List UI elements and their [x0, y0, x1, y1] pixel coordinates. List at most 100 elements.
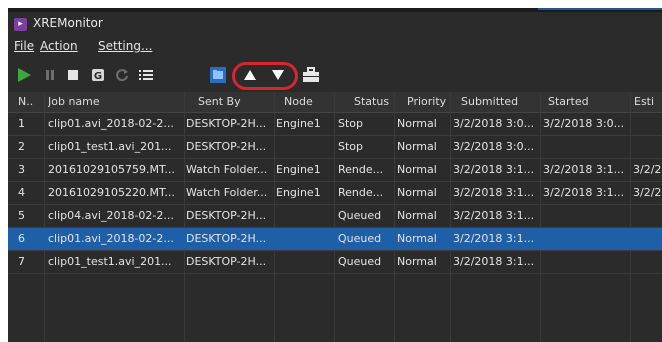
cell-estimated — [633, 228, 662, 250]
cell-job-name: 20161029105759.MT... — [48, 163, 175, 176]
cell-sent-by: DESKTOP-2H... — [186, 140, 267, 153]
table-header: N.. Job name Sent By Node Status Priorit… — [8, 92, 662, 113]
cell-sent-by: DESKTOP-2H... — [186, 255, 267, 268]
col-status[interactable]: Status — [354, 92, 404, 112]
col-estimated[interactable]: Esti — [634, 92, 662, 112]
cell-job-name: clip04.avi_2018-02-2... — [48, 209, 174, 222]
cell-status: Rende... — [338, 186, 384, 199]
cell-priority: Normal — [397, 232, 437, 245]
job-table: N.. Job name Sent By Node Status Priorit… — [8, 92, 662, 342]
col-number[interactable]: N.. — [18, 92, 42, 112]
cell-sent-by: DESKTOP-2H... — [186, 117, 267, 130]
cell-estimated — [633, 251, 662, 273]
cell-started — [543, 251, 629, 273]
cell-priority: Normal — [397, 209, 437, 222]
table-row[interactable]: 5 clip04.avi_2018-02-2... DESKTOP-2H... Que… — [8, 205, 662, 228]
cell-started: 3/2/2018 3:1... — [543, 163, 625, 176]
cell-started: 3/2/2018 3:0... — [543, 117, 625, 130]
toolbar: G — [8, 58, 662, 92]
svg-text:G: G — [94, 71, 102, 82]
toolbox-icon — [303, 67, 319, 82]
cell-node — [276, 136, 332, 158]
cell-estimated: 3/2/2 — [633, 186, 662, 199]
cell-submitted: 3/2/2018 3:1... — [453, 163, 535, 176]
cell-priority: Normal — [397, 186, 437, 199]
table-row[interactable]: 7 clip01_test1.avi_201... DESKTOP-2H... Que… — [8, 251, 662, 274]
list-icon — [139, 70, 153, 80]
cell-sent-by: Watch Folder... — [186, 186, 268, 199]
cell-node: Engine1 — [276, 163, 321, 176]
cell-status: Queued — [338, 232, 382, 245]
cell-job-name: clip01.avi_2018-02-2... — [48, 232, 174, 245]
col-node[interactable]: Node — [284, 92, 344, 112]
cell-job-name: 20161029105220.MT... — [48, 186, 175, 199]
list-button[interactable] — [136, 64, 156, 86]
title-bar: ▸ XREMonitor — [8, 12, 662, 36]
cell-started: 3/2/2018 3:1... — [543, 186, 625, 199]
pause-icon — [46, 70, 54, 80]
cell-sent-by: DESKTOP-2H... — [186, 232, 267, 245]
col-submitted[interactable]: Submitted — [461, 92, 541, 112]
move-down-icon — [272, 70, 284, 80]
cell-priority: Normal — [397, 140, 437, 153]
refresh-button[interactable] — [112, 64, 132, 86]
menu-file[interactable]: File — [14, 39, 34, 53]
menu-bar: File Action Setting... — [8, 36, 662, 58]
cell-node — [276, 205, 332, 227]
cell-submitted: 3/2/2018 3:1... — [453, 186, 535, 199]
cell-estimated — [633, 113, 662, 135]
cell-node — [276, 251, 332, 273]
cell-submitted: 3/2/2018 3:1... — [453, 209, 535, 222]
cell-started — [543, 136, 629, 158]
cell-submitted: 3/2/2018 3:1... — [453, 255, 535, 268]
stop-button[interactable] — [64, 64, 82, 86]
table-row[interactable]: 1 clip01.avi_2018-02-2... DESKTOP-2H... Eng… — [8, 113, 662, 136]
refresh-icon — [116, 69, 128, 82]
pause-button[interactable] — [42, 64, 58, 86]
toolbox-button[interactable] — [300, 64, 322, 86]
cell-priority: Normal — [397, 117, 437, 130]
cell-number: 4 — [18, 186, 25, 199]
cell-number: 3 — [18, 163, 25, 176]
cell-number: 2 — [18, 140, 25, 153]
play-icon — [18, 68, 31, 82]
stop-icon — [68, 70, 78, 80]
cell-status: Rende... — [338, 163, 384, 176]
cell-status: Queued — [338, 255, 382, 268]
col-job-name[interactable]: Job name — [48, 92, 178, 112]
move-up-icon — [244, 70, 256, 80]
cell-started — [543, 205, 629, 227]
cell-status: Stop — [338, 117, 364, 130]
cell-status: Stop — [338, 140, 364, 153]
table-row[interactable]: 2 clip01_test1.avi_201... DESKTOP-2H... Sto… — [8, 136, 662, 159]
cell-sent-by: DESKTOP-2H... — [186, 209, 267, 222]
cell-submitted: 3/2/2018 3:0... — [453, 117, 535, 130]
cell-job-name: clip01_test1.avi_201... — [48, 255, 172, 268]
table-row[interactable]: 4 20161029105220.MT... Watch Folder... Engi… — [8, 182, 662, 205]
cell-submitted: 3/2/2018 3:1... — [453, 232, 535, 245]
table-row[interactable]: 6 clip01.avi_2018-02-2... DESKTOP-2H... Que… — [8, 228, 662, 251]
cell-estimated — [633, 205, 662, 227]
watch-folder-button[interactable] — [208, 64, 228, 86]
cell-number: 7 — [18, 255, 25, 268]
table-row[interactable]: 3 20161029105759.MT... Watch Folder... Engi… — [8, 159, 662, 182]
cell-node — [276, 228, 332, 250]
move-down-button[interactable] — [268, 64, 288, 86]
menu-setting[interactable]: Setting... — [98, 39, 152, 53]
delete-job-button[interactable]: G — [88, 64, 108, 86]
cell-number: 6 — [18, 232, 25, 245]
cell-sent-by: Watch Folder... — [186, 163, 268, 176]
cell-node: Engine1 — [276, 117, 321, 130]
window-title: XREMonitor — [33, 16, 103, 30]
delete-job-icon: G — [92, 69, 104, 82]
cell-job-name: clip01.avi_2018-02-2... — [48, 117, 174, 130]
menu-action[interactable]: Action — [40, 39, 78, 53]
cell-number: 5 — [18, 209, 25, 222]
app-icon: ▸ — [14, 18, 27, 31]
cell-estimated: 3/2/2 — [633, 163, 662, 176]
cell-started — [543, 228, 629, 250]
col-priority[interactable]: Priority — [407, 92, 455, 112]
start-button[interactable] — [14, 64, 34, 86]
move-up-button[interactable] — [240, 64, 260, 86]
col-started[interactable]: Started — [548, 92, 628, 112]
